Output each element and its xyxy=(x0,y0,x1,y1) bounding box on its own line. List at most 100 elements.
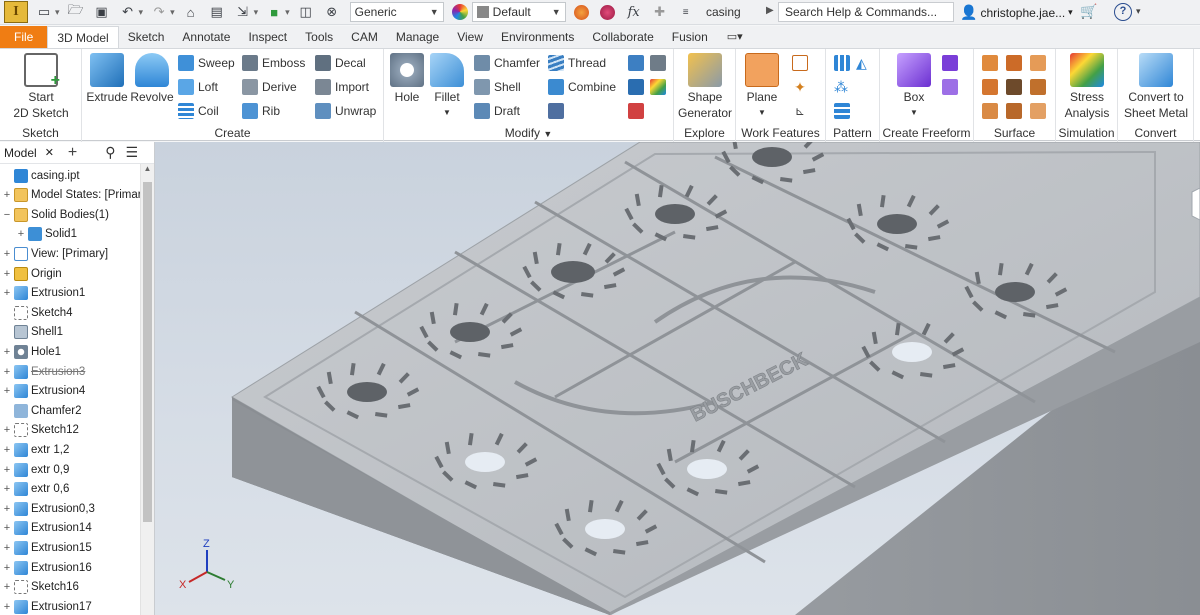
app-logo-icon[interactable]: I xyxy=(4,1,28,23)
browser-tree-item[interactable]: Chamfer2 xyxy=(0,401,82,420)
tab-manage[interactable]: Manage xyxy=(387,26,448,48)
customize-qat-icon[interactable]: ≡ xyxy=(676,2,696,22)
stress-analysis-button[interactable]: Stress Analysis xyxy=(1058,53,1116,121)
freeform-face-icon[interactable] xyxy=(942,55,958,71)
model-canvas[interactable]: BUSCHBECK Z X Y xyxy=(155,142,1200,615)
browser-tree-item[interactable]: + Model States: [Primar xyxy=(0,186,142,205)
projects-icon[interactable]: ▤ xyxy=(207,2,227,22)
browser-tree-item[interactable]: + Extrusion14 xyxy=(0,519,92,538)
browser-tree-item[interactable]: + Extrusion3 xyxy=(0,362,85,381)
hole-button[interactable]: Hole xyxy=(388,53,426,105)
browser-tree-item[interactable]: + Origin xyxy=(0,264,62,283)
browser-tree-item[interactable]: − Solid Bodies(1) xyxy=(0,205,109,224)
expand-icon[interactable]: + xyxy=(16,228,26,240)
decal-button[interactable]: Decal xyxy=(315,53,366,73)
fillet-button[interactable]: Fillet ▼ xyxy=(428,53,466,121)
convert-to-sheet-metal-button[interactable]: Convert to Sheet Metal xyxy=(1120,53,1192,121)
delete-icon[interactable] xyxy=(628,103,644,119)
viewcube-icon[interactable] xyxy=(1191,187,1200,221)
clear-appearance-icon[interactable] xyxy=(598,2,618,22)
expand-icon[interactable]: + xyxy=(2,189,12,201)
repair-bodies-icon[interactable] xyxy=(1030,103,1046,119)
undo-icon[interactable]: ↶ xyxy=(118,2,138,22)
appearance-icon[interactable] xyxy=(650,79,666,95)
patch-icon[interactable] xyxy=(1030,55,1046,71)
new-file-icon[interactable]: ▭ xyxy=(34,2,54,22)
ribbon-display-toggle-icon[interactable]: ▭▾ xyxy=(727,26,743,48)
boundary-patch-icon[interactable] xyxy=(982,103,998,119)
collapse-icon[interactable]: − xyxy=(2,209,12,221)
emboss-button[interactable]: Emboss xyxy=(242,53,305,73)
browser-tree-item[interactable]: + extr 0,9 xyxy=(0,460,69,479)
chevron-right-icon[interactable]: ▶ xyxy=(766,5,774,16)
loft-button[interactable]: Loft xyxy=(178,77,218,97)
browser-tree-item[interactable]: Shell1 xyxy=(0,323,63,342)
browser-tree-item[interactable]: + Extrusion1 xyxy=(0,284,85,303)
browser-tree-item[interactable]: + Extrusion4 xyxy=(0,382,85,401)
tab-file[interactable]: File xyxy=(0,26,48,48)
browser-tree-item[interactable]: Sketch4 xyxy=(0,303,73,322)
chevron-down-icon[interactable]: ▾ xyxy=(1136,6,1141,17)
import-button[interactable]: Import xyxy=(315,77,369,97)
direct-edit-icon[interactable] xyxy=(628,55,644,71)
browser-scrollbar[interactable]: ▲ xyxy=(140,164,154,615)
derive-button[interactable]: Derive xyxy=(242,77,297,97)
select-icon[interactable]: ⇲ xyxy=(233,2,253,22)
trim-icon[interactable] xyxy=(982,79,998,95)
expand-icon[interactable]: + xyxy=(2,464,12,476)
extend-icon[interactable] xyxy=(1006,79,1022,95)
material-combo[interactable]: Default ▼ xyxy=(471,2,566,22)
close-icon[interactable]: ✕ xyxy=(45,146,54,159)
expand-icon[interactable]: + xyxy=(2,601,12,613)
browser-tree-item[interactable]: + Extrusion17 xyxy=(0,597,92,615)
chevron-down-icon[interactable]: ▼ xyxy=(543,129,552,139)
browser-tab-model[interactable]: Model xyxy=(4,146,37,160)
rectangular-pattern-icon[interactable] xyxy=(834,55,850,71)
revolve-button[interactable]: Revolve xyxy=(130,53,174,105)
tab-tools[interactable]: Tools xyxy=(296,26,342,48)
replace-face-icon[interactable] xyxy=(1030,79,1046,95)
update-icon[interactable]: ■ xyxy=(264,2,284,22)
user-account-menu[interactable]: 👤 christophe.jae... ▾ xyxy=(960,4,1073,21)
browser-tree-item[interactable]: + Hole1 xyxy=(0,342,61,361)
help-icon[interactable]: ? xyxy=(1114,3,1132,21)
browser-tree-item[interactable]: + View: [Primary] xyxy=(0,244,108,263)
graphics-viewport[interactable]: BUSCHBECK Z X Y xyxy=(155,142,1200,615)
draft-button[interactable]: Draft xyxy=(474,101,520,121)
sculpt-icon[interactable] xyxy=(1006,55,1022,71)
add-icon[interactable]: ✚ xyxy=(650,2,670,22)
home-icon[interactable]: ⌂ xyxy=(181,2,201,22)
open-folder-icon[interactable]: 🗁 xyxy=(66,2,86,22)
ruled-surface-icon[interactable] xyxy=(1006,103,1022,119)
shell-button[interactable]: Shell xyxy=(474,77,521,97)
add-browser-icon[interactable]: + xyxy=(68,144,77,162)
tab-view[interactable]: View xyxy=(448,26,492,48)
circular-pattern-icon[interactable]: ⁂ xyxy=(834,79,850,95)
expand-icon[interactable]: + xyxy=(2,444,12,456)
coil-button[interactable]: Coil xyxy=(178,101,219,121)
browser-tree-item[interactable]: + extr 1,2 xyxy=(0,440,69,459)
material-ball-icon[interactable]: ⊗ xyxy=(322,2,342,22)
expand-icon[interactable]: + xyxy=(2,366,12,378)
tab-environments[interactable]: Environments xyxy=(492,26,583,48)
tab-fusion[interactable]: Fusion xyxy=(663,26,717,48)
view-triad[interactable]: Z X Y xyxy=(179,538,235,591)
expand-icon[interactable]: + xyxy=(2,483,12,495)
appearance-adjust-icon[interactable] xyxy=(572,2,592,22)
search-icon[interactable]: ⚲ xyxy=(105,144,115,161)
browser-tree-item[interactable]: + extr 0,6 xyxy=(0,480,69,499)
save-icon[interactable]: ▣ xyxy=(92,2,112,22)
scrollbar-thumb[interactable] xyxy=(143,182,152,522)
unwrap-button[interactable]: Unwrap xyxy=(315,101,376,121)
extrude-button[interactable]: Extrude xyxy=(86,53,128,105)
mirror-icon[interactable]: ◭ xyxy=(856,55,872,71)
shape-generator-button[interactable]: Shape Generator xyxy=(676,53,734,121)
menu-icon[interactable]: ☰ xyxy=(126,144,139,161)
browser-tree-item[interactable]: + Extrusion16 xyxy=(0,558,92,577)
freeform-box-button[interactable]: Box ▼ xyxy=(892,53,936,121)
copy-object-icon[interactable] xyxy=(628,79,644,95)
expand-icon[interactable]: + xyxy=(2,503,12,515)
chamfer-button[interactable]: Chamfer xyxy=(474,53,540,73)
combine-button[interactable]: Combine xyxy=(548,77,616,97)
tab-3d-model[interactable]: 3D Model xyxy=(47,26,119,48)
